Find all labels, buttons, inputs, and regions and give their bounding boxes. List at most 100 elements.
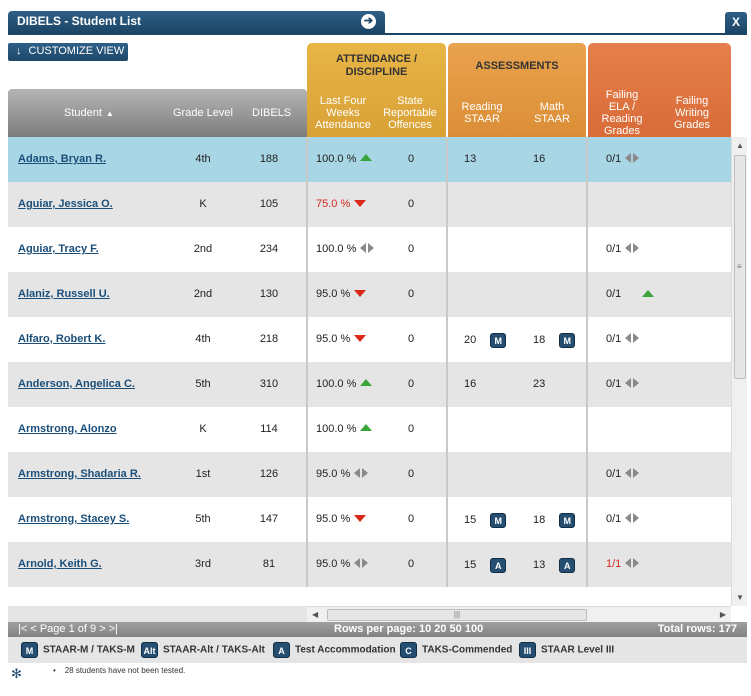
table-row[interactable]: Armstrong, Alonzo K 114 100.0 % 0 (8, 407, 731, 452)
attendance-value: 100.0 % (316, 153, 357, 165)
dibels-score: 81 (262, 558, 276, 570)
trend-flat-icon (625, 558, 640, 569)
attendance-group-title: ATTENDANCE / DISCIPLINE (335, 53, 418, 78)
grade-level: K (199, 423, 207, 435)
reading-staar-value: 13 (464, 153, 477, 165)
column-divider (446, 452, 448, 497)
arrow-right-icon[interactable]: ➔ (361, 14, 376, 29)
trend-flat-icon (625, 243, 640, 254)
sort-ascending-icon: ▲ (105, 109, 114, 118)
trend-flat-icon (354, 468, 369, 479)
attendance-cell: 95.0 % (316, 513, 367, 525)
table-row[interactable]: Aguiar, Jessica O. K 105 75.0 % 0 (8, 182, 731, 227)
vertical-scrollbar[interactable]: ▲ ≡ ▼ (731, 137, 747, 606)
horizontal-scroll-thumb[interactable]: ||| (327, 609, 587, 621)
student-name-link[interactable]: Aguiar, Tracy F. (18, 243, 99, 255)
prev-page-link[interactable]: < (30, 623, 36, 635)
reading-staar-badge: M (490, 513, 507, 528)
student-name-link[interactable]: Arnold, Keith G. (18, 558, 102, 570)
table-row[interactable]: Armstrong, Shadaria R. 1st 126 95.0 % 0 0/1 (8, 452, 731, 497)
legend-item-iii: III STAAR Level III (519, 642, 614, 658)
column-divider (446, 227, 448, 272)
failing-ela-cell: 0/1 (606, 288, 621, 300)
attendance-cell: 95.0 % (316, 288, 367, 300)
col-header-reading-staar[interactable]: Reading STAAR (454, 101, 510, 125)
student-name-link[interactable]: Armstrong, Stacey S. (18, 513, 129, 525)
student-name-link[interactable]: Aguiar, Jessica O. (18, 198, 113, 210)
reading-staar-value: 15 (464, 559, 477, 571)
student-name-link[interactable]: Adams, Bryan R. (18, 153, 106, 165)
vertical-scroll-thumb[interactable]: ≡ (734, 155, 746, 379)
student-name-link[interactable]: Armstrong, Alonzo (18, 423, 117, 435)
col-header-failing-writing[interactable]: Failing Writing Grades (664, 95, 720, 131)
next-page-link[interactable]: > (99, 623, 105, 635)
scroll-down-icon[interactable]: ▼ (736, 593, 744, 602)
col-header-grade-level[interactable]: Grade Level (173, 107, 233, 119)
failing-ela-value: 0/1 (606, 468, 622, 480)
settings-gear-icon[interactable]: ✻ (11, 666, 22, 682)
page-navigation: |< < Page 1 of 9 > >| (18, 623, 118, 635)
table-row[interactable]: Alfaro, Robert K. 4th 218 95.0 % 0 20 M 18 M 0/1 (8, 317, 731, 362)
table-row[interactable]: Adams, Bryan R. 4th 188 100.0 % 0 13 16 0/1 (8, 137, 731, 182)
col-header-last-four-weeks[interactable]: Last Four Weeks Attendance (311, 95, 375, 131)
student-name-link[interactable]: Armstrong, Shadaria R. (18, 468, 141, 480)
reading-staar-cell: 15 M (464, 513, 507, 528)
table-row[interactable]: Anderson, Angelica C. 5th 310 100.0 % 0 16 23 0… (8, 362, 731, 407)
math-staar-value: 18 (533, 514, 546, 526)
attendance-cell: 100.0 % (316, 423, 373, 435)
col-header-dibels[interactable]: DIBELS (252, 107, 291, 119)
col-header-math-staar[interactable]: Math STAAR (524, 101, 580, 125)
grade-level: 4th (195, 333, 211, 345)
trend-flat-icon (354, 558, 369, 569)
math-staar-cell: 23 (533, 378, 545, 390)
col-header-offences[interactable]: State Reportable Offences (379, 95, 441, 131)
math-staar-badge: M (559, 333, 576, 348)
legend-badge-c: C (400, 642, 417, 658)
table-row[interactable]: Armstrong, Stacey S. 5th 147 95.0 % 0 15 M 18 M 0… (8, 497, 731, 542)
dibels-score: 218 (259, 333, 279, 345)
student-name-link[interactable]: Anderson, Angelica C. (18, 378, 135, 390)
student-name-link[interactable]: Alaniz, Russell U. (18, 288, 110, 300)
legend-badge-alt: Alt (141, 642, 158, 658)
attendance-value: 95.0 % (316, 513, 351, 525)
math-staar-cell: 18 M (533, 513, 576, 528)
table-row[interactable]: Arnold, Keith G. 3rd 81 95.0 % 0 15 A 13 A 1/1 (8, 542, 731, 587)
failing-ela-cell: 0/1 (606, 153, 640, 165)
rows-per-page-options[interactable]: 10 20 50 100 (419, 623, 483, 635)
col-header-student-label: Student (64, 107, 102, 119)
offences-value: 0 (407, 153, 415, 165)
offences-value: 0 (407, 513, 415, 525)
column-divider (586, 317, 588, 362)
reading-staar-value: 16 (464, 378, 477, 390)
col-header-student[interactable]: Student ▲ (64, 107, 114, 119)
failing-ela-value: 0/1 (606, 513, 622, 525)
attendance-cell: 100.0 % (316, 153, 373, 165)
attendance-value: 100.0 % (316, 378, 357, 390)
customize-view-button[interactable]: ↓ CUSTOMIZE VIEW (8, 43, 128, 61)
grade-level: 2nd (193, 288, 213, 300)
col-header-failing-ela[interactable]: Failing ELA / Reading Grades (594, 89, 650, 137)
scroll-up-icon[interactable]: ▲ (736, 141, 744, 150)
column-divider (586, 542, 588, 587)
column-divider (446, 317, 448, 362)
attendance-value: 95.0 % (316, 468, 351, 480)
customize-view-label: CUSTOMIZE VIEW (28, 45, 125, 57)
student-name-link[interactable]: Alfaro, Robert K. (18, 333, 105, 345)
scroll-left-icon[interactable]: ◀ (312, 610, 318, 619)
trend-flat-icon (625, 153, 640, 164)
column-divider (306, 362, 308, 407)
failing-ela-cell: 0/1 (606, 513, 640, 525)
last-page-link[interactable]: >| (109, 623, 118, 635)
table-row[interactable]: Aguiar, Tracy F. 2nd 234 100.0 % 0 0/1 (8, 227, 731, 272)
first-page-link[interactable]: |< (18, 623, 27, 635)
attendance-cell: 95.0 % (316, 333, 367, 345)
frozen-scroll-spacer (8, 606, 307, 622)
offences-value: 0 (407, 468, 415, 480)
table-row[interactable]: Alaniz, Russell U. 2nd 130 95.0 % 0 0/1 (8, 272, 731, 317)
horizontal-scrollbar[interactable]: ◀ ||| ▶ (307, 606, 731, 622)
column-divider (306, 407, 308, 452)
trend-down-icon (354, 515, 367, 522)
assessments-group-header: ASSESSMENTS Reading STAAR Math STAAR (448, 43, 586, 137)
close-button[interactable]: X (725, 12, 747, 33)
scroll-right-icon[interactable]: ▶ (720, 610, 726, 619)
